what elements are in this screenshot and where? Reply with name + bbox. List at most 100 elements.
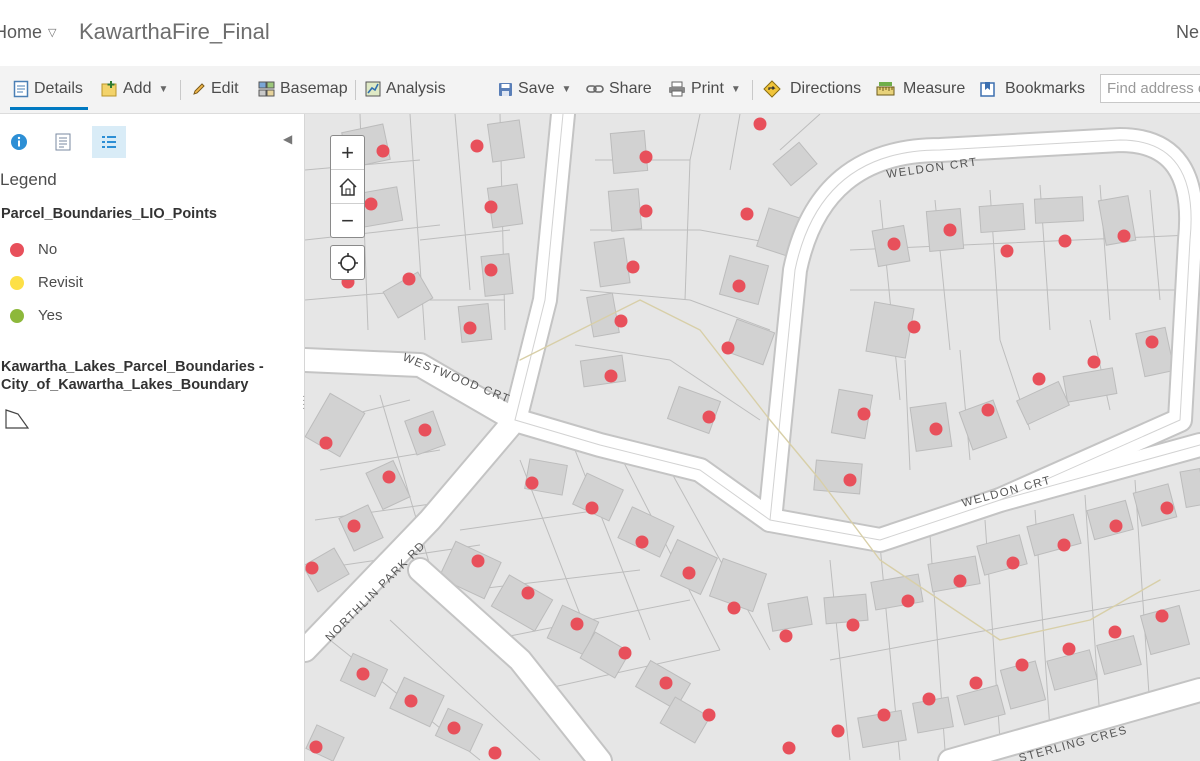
parcel-point[interactable]: [402, 272, 416, 286]
parcel-point[interactable]: [484, 200, 498, 214]
measure-button[interactable]: Measure: [876, 78, 965, 100]
parcel-point[interactable]: [585, 501, 599, 515]
parcel-point[interactable]: [1160, 501, 1174, 515]
parcel-point[interactable]: [639, 204, 653, 218]
parcel-point[interactable]: [1006, 556, 1020, 570]
parcel-point[interactable]: [1015, 658, 1029, 672]
parcel-point[interactable]: [1108, 625, 1122, 639]
print-label: Print: [691, 80, 724, 97]
collapse-panel-icon[interactable]: ◀: [283, 132, 292, 146]
parcel-point[interactable]: [943, 223, 957, 237]
parcel-point[interactable]: [659, 676, 673, 690]
parcel-point[interactable]: [618, 646, 632, 660]
parcel-point[interactable]: [782, 741, 796, 755]
toolbar-divider: [355, 80, 356, 100]
parcel-point[interactable]: [901, 594, 915, 608]
home-menu[interactable]: Home ▽: [0, 22, 56, 43]
tab-about[interactable]: [2, 126, 36, 158]
parcel-point[interactable]: [626, 260, 640, 274]
parcel-point[interactable]: [347, 519, 361, 533]
parcel-point[interactable]: [727, 601, 741, 615]
bookmarks-button[interactable]: Bookmarks: [980, 78, 1085, 100]
parcel-point[interactable]: [721, 341, 735, 355]
tab-content[interactable]: [46, 126, 80, 158]
parcel-point[interactable]: [635, 535, 649, 549]
parcel-point[interactable]: [471, 554, 485, 568]
parcel-point[interactable]: [702, 410, 716, 424]
locate-button[interactable]: [330, 245, 365, 280]
parcel-point[interactable]: [682, 566, 696, 580]
tab-legend[interactable]: [92, 126, 126, 158]
print-button[interactable]: Print ▼: [668, 78, 741, 100]
parcel-point[interactable]: [907, 320, 921, 334]
parcel-point[interactable]: [1058, 234, 1072, 248]
basemap-button[interactable]: Basemap: [258, 78, 348, 100]
parcel-point[interactable]: [1155, 609, 1169, 623]
parcel-point[interactable]: [1117, 229, 1131, 243]
parcel-point[interactable]: [319, 436, 333, 450]
info-icon: [11, 134, 27, 150]
parcel-point[interactable]: [404, 694, 418, 708]
parcel-point[interactable]: [922, 692, 936, 706]
parcel-point[interactable]: [887, 237, 901, 251]
search-input[interactable]: Find address or place: [1100, 74, 1200, 103]
parcel-point[interactable]: [376, 144, 390, 158]
save-button[interactable]: Save ▼: [498, 78, 571, 100]
parcel-point[interactable]: [525, 476, 539, 490]
edit-button[interactable]: Edit: [192, 78, 239, 100]
parcel-point[interactable]: [570, 617, 584, 631]
parcel-point[interactable]: [356, 667, 370, 681]
analysis-button[interactable]: Analysis: [365, 78, 446, 100]
parcel-point[interactable]: [1109, 519, 1123, 533]
parcel-point[interactable]: [1032, 372, 1046, 386]
parcel-point[interactable]: [953, 574, 967, 588]
parcel-point[interactable]: [843, 473, 857, 487]
parcel-point[interactable]: [488, 746, 502, 760]
parcel-point[interactable]: [1087, 355, 1101, 369]
share-button[interactable]: Share: [586, 78, 652, 100]
parcel-point[interactable]: [702, 708, 716, 722]
legend-layer-title: Kawartha_Lakes_Parcel_Boundaries - City_…: [1, 358, 291, 394]
parcel-point[interactable]: [418, 423, 432, 437]
parcel-point[interactable]: [1057, 538, 1071, 552]
parcel-point[interactable]: [382, 470, 396, 484]
parcel-point[interactable]: [305, 561, 319, 575]
parcel-point[interactable]: [1062, 642, 1076, 656]
parcel-point[interactable]: [447, 721, 461, 735]
new-map-menu[interactable]: Ne: [1176, 22, 1199, 43]
default-extent-button[interactable]: [331, 170, 364, 204]
parcel-point[interactable]: [846, 618, 860, 632]
parcel-point[interactable]: [484, 263, 498, 277]
measure-ruler-icon: [876, 81, 895, 95]
parcel-point[interactable]: [639, 150, 653, 164]
parcel-point[interactable]: [857, 407, 871, 421]
directions-button[interactable]: Directions: [763, 78, 861, 100]
parcel-point[interactable]: [779, 629, 793, 643]
parcel-point[interactable]: [831, 724, 845, 738]
crosshair-locate-icon: [337, 252, 358, 273]
parcel-point[interactable]: [470, 139, 484, 153]
content-list-icon: [55, 133, 71, 151]
parcel-point[interactable]: [604, 369, 618, 383]
zoom-out-button[interactable]: −: [331, 204, 364, 237]
parcel-point[interactable]: [309, 740, 323, 754]
home-icon: [338, 177, 357, 196]
parcel-point[interactable]: [1145, 335, 1159, 349]
add-button[interactable]: Add ▼: [101, 78, 168, 100]
parcel-point[interactable]: [969, 676, 983, 690]
details-button[interactable]: Details: [13, 78, 83, 100]
chevron-down-icon: ▽: [48, 27, 57, 39]
parcel-point[interactable]: [732, 279, 746, 293]
parcel-point[interactable]: [753, 117, 767, 131]
parcel-point[interactable]: [929, 422, 943, 436]
parcel-point[interactable]: [981, 403, 995, 417]
parcel-point[interactable]: [740, 207, 754, 221]
parcel-point[interactable]: [463, 321, 477, 335]
zoom-in-button[interactable]: +: [331, 136, 364, 170]
parcel-point[interactable]: [364, 197, 378, 211]
parcel-point[interactable]: [1000, 244, 1014, 258]
parcel-point[interactable]: [614, 314, 628, 328]
parcel-point[interactable]: [521, 586, 535, 600]
map-view[interactable]: WELDON CRT WESTWOOD CRT WELDON CRT NORTH…: [305, 114, 1200, 761]
parcel-point[interactable]: [877, 708, 891, 722]
